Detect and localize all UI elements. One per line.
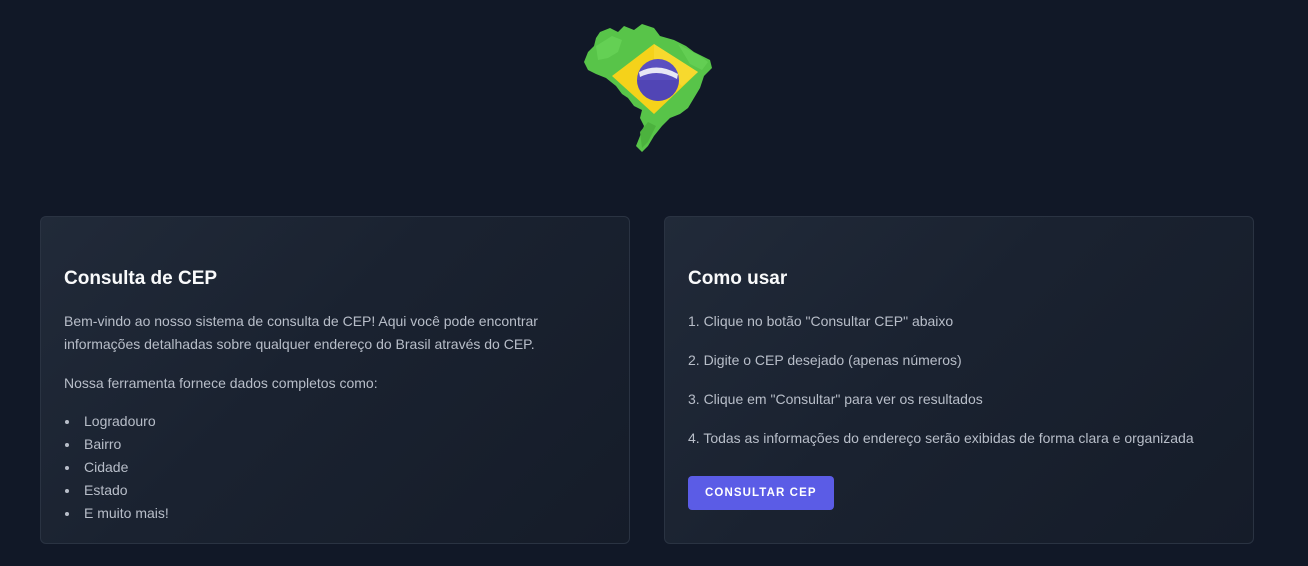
list-item: Logradouro	[65, 410, 607, 433]
list-item: E muito mais!	[65, 502, 607, 525]
info-card-intro: Bem-vindo ao nosso sistema de consulta d…	[64, 313, 538, 352]
steps-list: 1. Clique no botão "Consultar CEP" abaix…	[688, 310, 1231, 450]
step-item: 1. Clique no botão "Consultar CEP" abaix…	[688, 313, 954, 329]
info-card-title: Consulta de CEP	[64, 268, 218, 289]
list-item: Estado	[65, 479, 607, 502]
features-list: Logradouro Bairro Cidade Estado E muito …	[64, 410, 607, 525]
brazil-map-flag-icon	[582, 22, 716, 154]
step-item: 3. Clique em "Consultar" para ver os res…	[688, 391, 983, 407]
features-intro: Nossa ferramenta fornece dados completos…	[64, 375, 378, 391]
list-item: Bairro	[65, 433, 607, 456]
step-item: 4. Todas as informações do endereço serã…	[688, 430, 1194, 446]
howto-card-title: Como usar	[688, 268, 788, 289]
step-item: 2. Digite o CEP desejado (apenas números…	[688, 352, 962, 368]
info-card: Consulta de CEP Bem-vindo ao nosso siste…	[40, 216, 630, 544]
list-item: Cidade	[65, 456, 607, 479]
howto-card: Como usar 1. Clique no botão "Consultar …	[664, 216, 1254, 544]
consultar-cep-button[interactable]: CONSULTAR CEP	[688, 476, 834, 510]
